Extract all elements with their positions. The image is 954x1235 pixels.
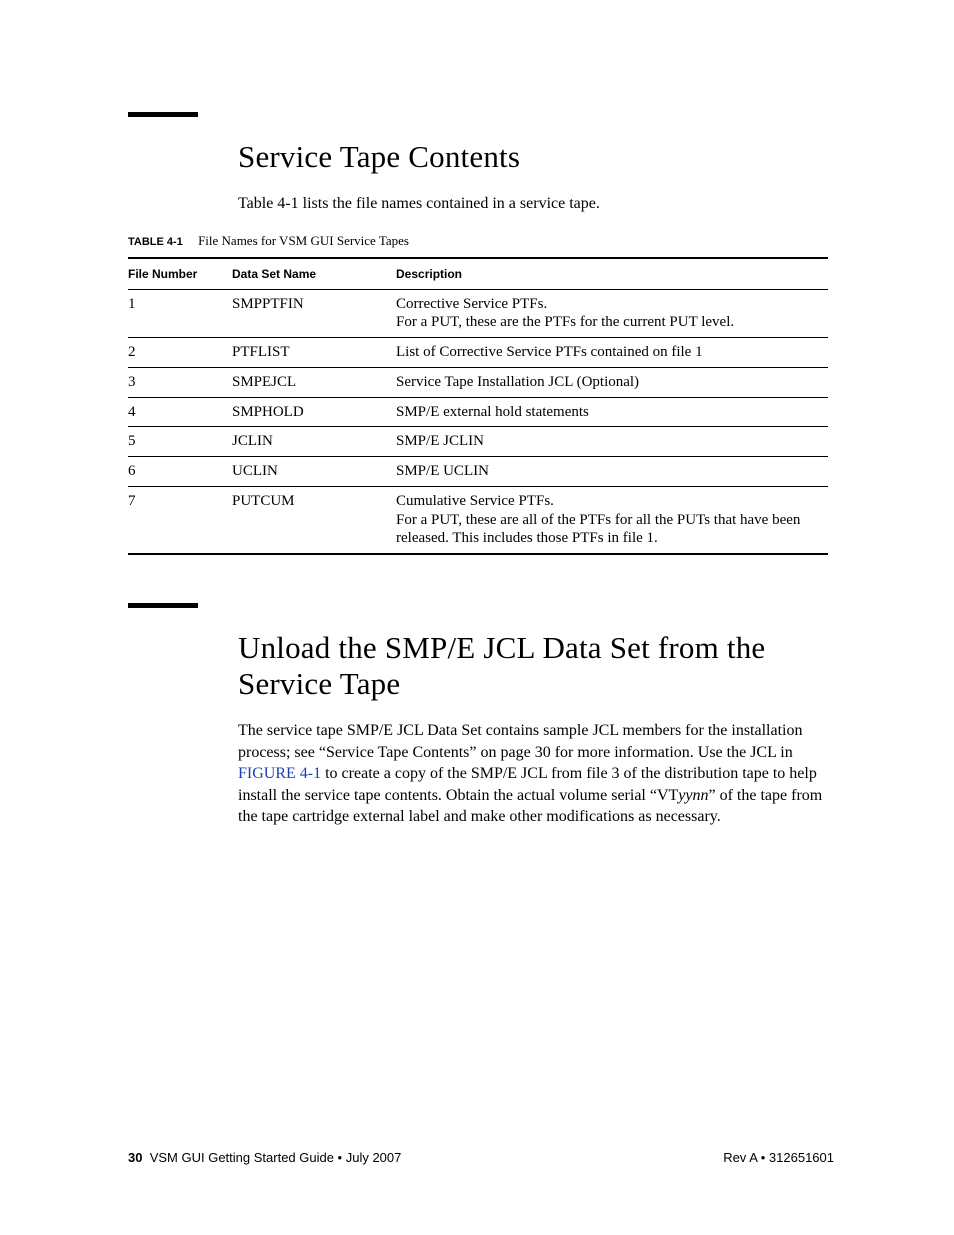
- cell-data-set-name: SMPPTFIN: [232, 289, 396, 338]
- section-rule: [128, 112, 198, 117]
- cell-description: List of Corrective Service PTFs containe…: [396, 338, 828, 368]
- table-row: 2PTFLISTList of Corrective Service PTFs …: [128, 338, 828, 368]
- cell-description: SMP/E external hold statements: [396, 397, 828, 427]
- footer-book-title: VSM GUI Getting Started Guide • July 200…: [150, 1150, 402, 1165]
- table-row: 3SMPEJCLService Tape Installation JCL (O…: [128, 367, 828, 397]
- cell-file-number: 1: [128, 289, 232, 338]
- cell-data-set-name: JCLIN: [232, 427, 396, 457]
- th-description: Description: [396, 258, 828, 290]
- table-row: 1SMPPTFINCorrective Service PTFs.For a P…: [128, 289, 828, 338]
- section1-intro: Table 4-1 lists the file names contained…: [238, 193, 834, 215]
- th-data-set-name: Data Set Name: [232, 258, 396, 290]
- table-row: 7PUTCUMCumulative Service PTFs.For a PUT…: [128, 486, 828, 554]
- table-row: 6UCLINSMP/E UCLIN: [128, 457, 828, 487]
- section-rule: [128, 603, 198, 608]
- service-tape-table: File Number Data Set Name Description 1S…: [128, 257, 828, 556]
- para-text: The service tape SMP/E JCL Data Set cont…: [238, 722, 802, 761]
- cell-file-number: 3: [128, 367, 232, 397]
- cell-description: SMP/E JCLIN: [396, 427, 828, 457]
- cell-description: Corrective Service PTFs.For a PUT, these…: [396, 289, 828, 338]
- th-file-number: File Number: [128, 258, 232, 290]
- footer-left: 30 VSM GUI Getting Started Guide • July …: [128, 1150, 401, 1165]
- cell-description: SMP/E UCLIN: [396, 457, 828, 487]
- cell-file-number: 4: [128, 397, 232, 427]
- table-header-row: File Number Data Set Name Description: [128, 258, 828, 290]
- volume-serial-variable: yynn: [678, 787, 708, 804]
- figure-crossref[interactable]: FIGURE 4-1: [238, 765, 321, 782]
- cell-file-number: 2: [128, 338, 232, 368]
- cell-data-set-name: PUTCUM: [232, 486, 396, 554]
- table-caption: TABLE 4-1 File Names for VSM GUI Service…: [128, 233, 834, 249]
- section-heading-1: Service Tape Contents: [238, 139, 834, 175]
- cell-description: Service Tape Installation JCL (Optional): [396, 367, 828, 397]
- cell-file-number: 5: [128, 427, 232, 457]
- cell-file-number: 6: [128, 457, 232, 487]
- cell-data-set-name: PTFLIST: [232, 338, 396, 368]
- section-heading-2: Unload the SMP/E JCL Data Set from the S…: [238, 630, 834, 702]
- cell-data-set-name: SMPEJCL: [232, 367, 396, 397]
- table-row: 5JCLINSMP/E JCLIN: [128, 427, 828, 457]
- section2-paragraph: The service tape SMP/E JCL Data Set cont…: [238, 720, 834, 828]
- footer-right: Rev A • 312651601: [723, 1150, 834, 1165]
- page-number: 30: [128, 1150, 142, 1165]
- cell-description: Cumulative Service PTFs.For a PUT, these…: [396, 486, 828, 554]
- cell-data-set-name: UCLIN: [232, 457, 396, 487]
- cell-data-set-name: SMPHOLD: [232, 397, 396, 427]
- table-row: 4SMPHOLDSMP/E external hold statements: [128, 397, 828, 427]
- table-caption-text: File Names for VSM GUI Service Tapes: [198, 233, 409, 248]
- page-footer: 30 VSM GUI Getting Started Guide • July …: [128, 1150, 834, 1165]
- cell-file-number: 7: [128, 486, 232, 554]
- table-label: TABLE 4-1: [128, 236, 183, 248]
